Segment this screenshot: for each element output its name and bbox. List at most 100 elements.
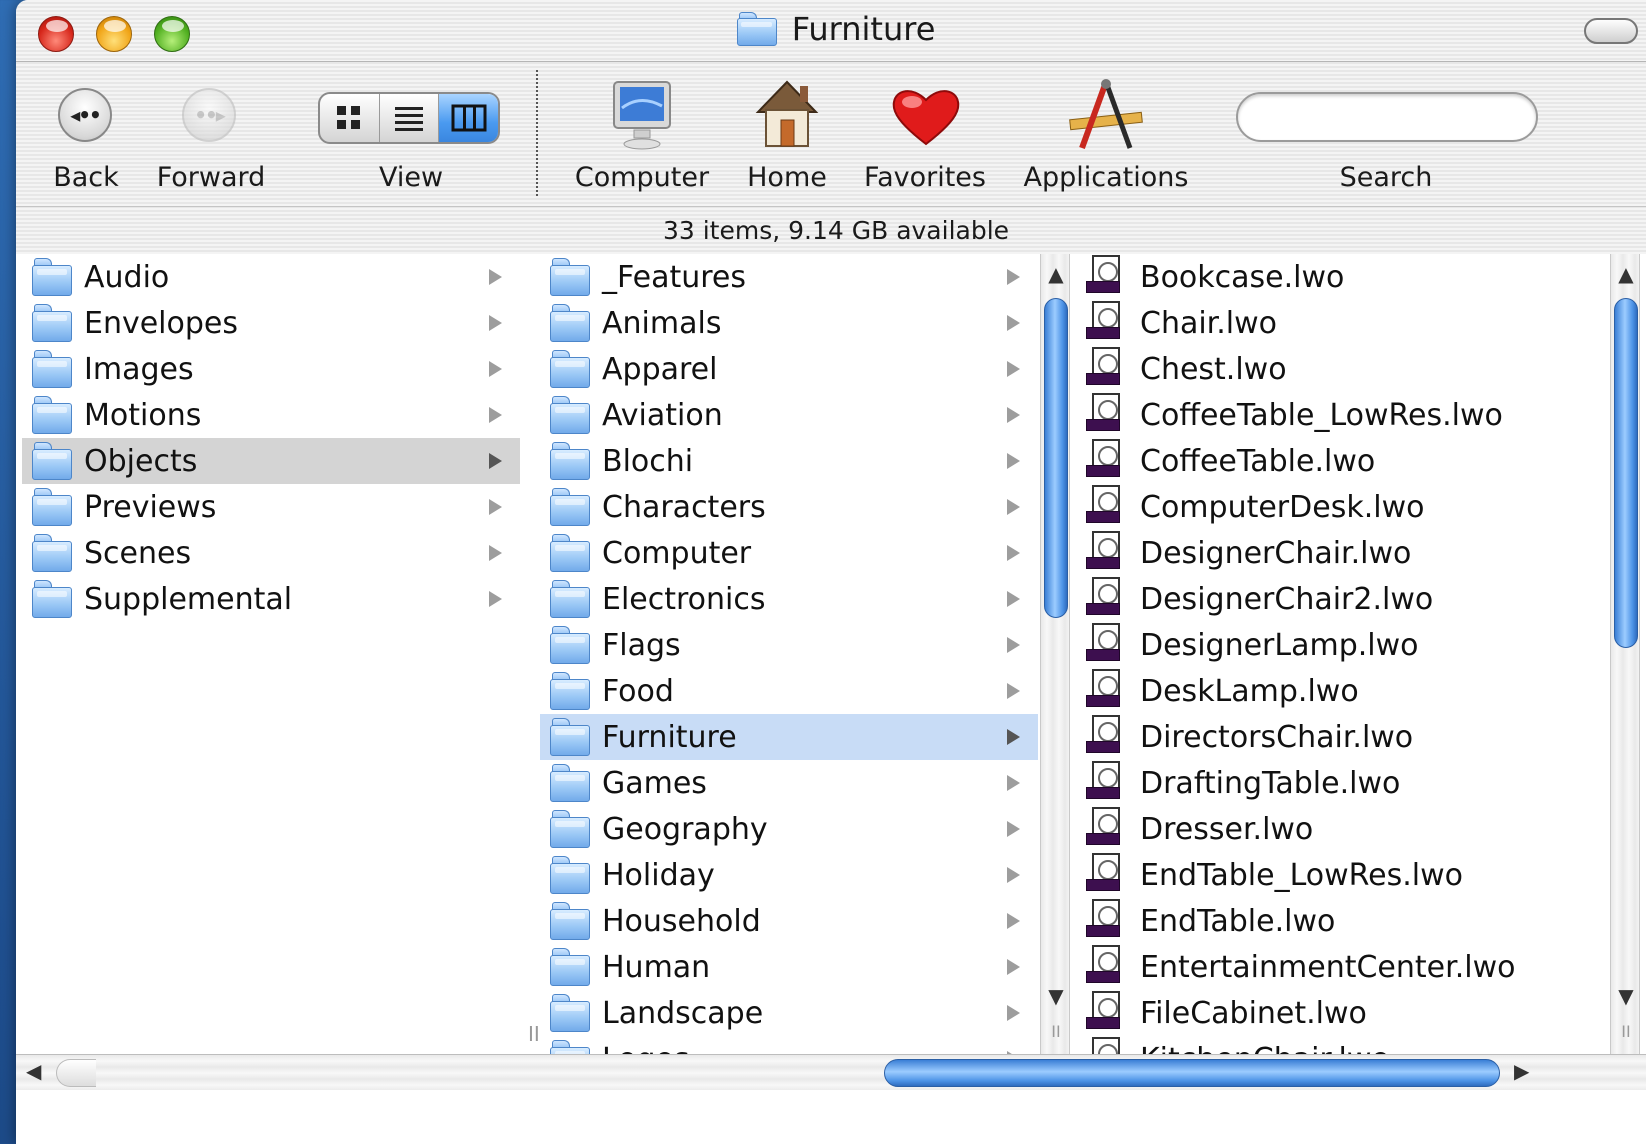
scroll-right-arrow-icon[interactable]: ▶: [1514, 1059, 1529, 1083]
list-item[interactable]: Food: [540, 668, 1038, 714]
scroll-down-arrow-icon[interactable]: ▼: [1611, 984, 1641, 1008]
disclosure-arrow-icon: [489, 315, 502, 331]
list-item[interactable]: DraftingTable.lwo: [1060, 760, 1556, 806]
folder-icon: [32, 304, 72, 342]
disclosure-arrow-icon: [1007, 269, 1020, 285]
item-label: Blochi: [602, 443, 694, 479]
list-item[interactable]: FileCabinet.lwo: [1060, 990, 1556, 1036]
list-view-button[interactable]: [380, 94, 440, 142]
list-item[interactable]: Aviation: [540, 392, 1038, 438]
item-label: Dresser.lwo: [1140, 811, 1314, 847]
view-label: View: [378, 162, 444, 193]
item-label: EndTable.lwo: [1140, 903, 1336, 939]
disclosure-arrow-icon: [1007, 959, 1020, 975]
folder-icon: [550, 902, 590, 940]
list-item[interactable]: DirectorsChair.lwo: [1060, 714, 1556, 760]
item-label: DeskLamp.lwo: [1140, 673, 1359, 709]
list-item[interactable]: Dresser.lwo: [1060, 806, 1556, 852]
list-item[interactable]: Chest.lwo: [1060, 346, 1556, 392]
list-item[interactable]: CoffeeTable.lwo: [1060, 438, 1556, 484]
list-item-selected[interactable]: Objects: [22, 438, 520, 484]
item-label: Food: [602, 673, 674, 709]
list-item[interactable]: Bookcase.lwo: [1060, 254, 1556, 300]
column-view-button[interactable]: [439, 94, 498, 142]
list-item[interactable]: EndTable.lwo: [1060, 898, 1556, 944]
list-item[interactable]: EndTable_LowRes.lwo: [1060, 852, 1556, 898]
list-item[interactable]: Landscape: [540, 990, 1038, 1036]
list-item[interactable]: Blochi: [540, 438, 1038, 484]
disclosure-arrow-icon: [1007, 499, 1020, 515]
list-item[interactable]: Animals: [540, 300, 1038, 346]
favorites-button[interactable]: [890, 84, 962, 148]
list-item[interactable]: KitchenChair.lwo: [1060, 1036, 1556, 1054]
folder-icon: [550, 350, 590, 388]
folder-icon: [32, 396, 72, 434]
column-browser: Audio Envelopes Images Motions Objects P…: [16, 254, 1646, 1054]
list-item[interactable]: Scenes: [22, 530, 520, 576]
list-item[interactable]: Games: [540, 760, 1038, 806]
list-item[interactable]: Household: [540, 898, 1038, 944]
scrollbar-thumb[interactable]: [884, 1059, 1500, 1087]
column-resize-handle[interactable]: II: [1611, 1022, 1641, 1041]
forward-button[interactable]: ••▸: [182, 88, 236, 142]
list-item[interactable]: Chair.lwo: [1060, 300, 1556, 346]
list-item[interactable]: Previews: [22, 484, 520, 530]
column-3-scrollbar[interactable]: ▲ ▼ II: [1610, 254, 1640, 1054]
folder-icon: [550, 258, 590, 296]
list-item[interactable]: Geography: [540, 806, 1038, 852]
list-item[interactable]: Characters: [540, 484, 1038, 530]
applications-button[interactable]: [1066, 78, 1146, 152]
item-label: Computer: [602, 535, 752, 571]
list-item[interactable]: Motions: [22, 392, 520, 438]
back-arrow-icon: ◂••: [70, 103, 102, 127]
disclosure-arrow-icon: [1007, 729, 1020, 745]
item-label: Apparel: [602, 351, 718, 387]
home-button[interactable]: [754, 78, 820, 154]
computer-button[interactable]: [610, 80, 674, 154]
list-item[interactable]: CoffeeTable_LowRes.lwo: [1060, 392, 1556, 438]
scroll-up-arrow-icon[interactable]: ▲: [1611, 262, 1641, 286]
item-label: FileCabinet.lwo: [1140, 995, 1367, 1031]
column-resize-handle[interactable]: II: [528, 1022, 540, 1046]
back-button[interactable]: ◂••: [58, 88, 112, 142]
disclosure-arrow-icon: [1007, 683, 1020, 699]
scroll-left-arrow-icon[interactable]: ◀: [26, 1059, 41, 1083]
list-item[interactable]: Envelopes: [22, 300, 520, 346]
disclosure-arrow-icon: [1007, 637, 1020, 653]
list-item[interactable]: Computer: [540, 530, 1038, 576]
list-item[interactable]: Images: [22, 346, 520, 392]
list-item[interactable]: DesignerLamp.lwo: [1060, 622, 1556, 668]
toolbar-toggle-button[interactable]: [1584, 18, 1638, 44]
disclosure-arrow-icon: [1007, 913, 1020, 929]
disclosure-arrow-icon: [1007, 775, 1020, 791]
list-item[interactable]: DeskLamp.lwo: [1060, 668, 1556, 714]
search-input[interactable]: [1236, 92, 1538, 142]
disclosure-arrow-icon: [1007, 545, 1020, 561]
list-item[interactable]: Human: [540, 944, 1038, 990]
list-item[interactable]: DesignerChair.lwo: [1060, 530, 1556, 576]
horizontal-scrollbar[interactable]: ◀ ▶: [16, 1054, 1646, 1090]
lwo-file-icon: [1086, 807, 1126, 851]
view-mode-control[interactable]: [318, 92, 500, 144]
list-item[interactable]: EntertainmentCenter.lwo: [1060, 944, 1556, 990]
list-item[interactable]: ComputerDesk.lwo: [1060, 484, 1556, 530]
folder-icon: [32, 258, 72, 296]
folder-icon: [32, 350, 72, 388]
list-item[interactable]: Supplemental: [22, 576, 520, 622]
scrollbar-thumb[interactable]: [1614, 298, 1638, 648]
item-label: DesignerChair2.lwo: [1140, 581, 1434, 617]
list-item[interactable]: DesignerChair2.lwo: [1060, 576, 1556, 622]
lwo-file-icon: [1086, 715, 1126, 759]
lwo-file-icon: [1086, 991, 1126, 1035]
item-label: Holiday: [602, 857, 715, 893]
list-item[interactable]: Audio: [22, 254, 520, 300]
list-item[interactable]: _Features: [540, 254, 1038, 300]
list-item[interactable]: Apparel: [540, 346, 1038, 392]
list-item[interactable]: Electronics: [540, 576, 1038, 622]
list-item-selected[interactable]: Furniture: [540, 714, 1038, 760]
list-item[interactable]: Logos: [540, 1036, 1038, 1054]
icon-view-button[interactable]: [320, 94, 380, 142]
column-3: Bookcase.lwo Chair.lwo Chest.lwo CoffeeT…: [1060, 254, 1556, 1054]
list-item[interactable]: Flags: [540, 622, 1038, 668]
list-item[interactable]: Holiday: [540, 852, 1038, 898]
